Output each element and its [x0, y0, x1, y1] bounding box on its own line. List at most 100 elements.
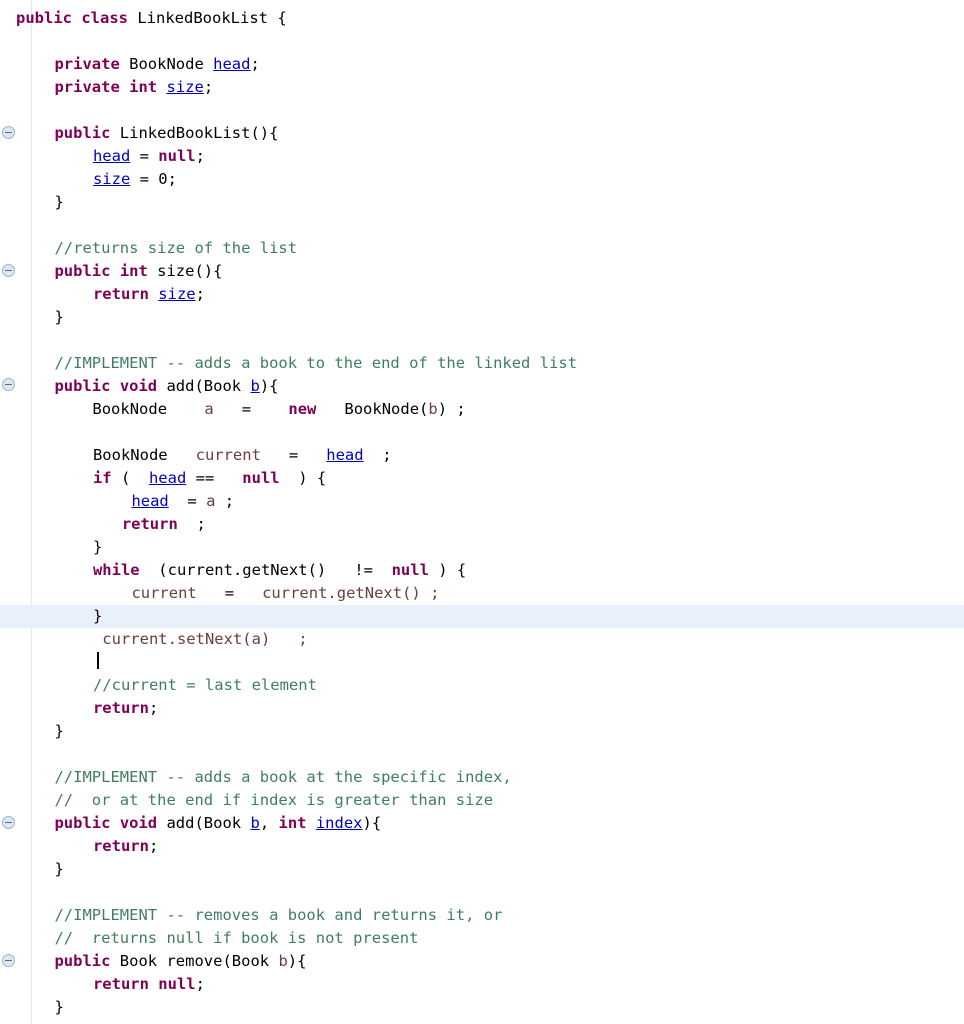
code-line-content: BookNode current = head ; — [0, 446, 392, 464]
code-token-kw: class — [81, 9, 129, 27]
code-line-content: } — [0, 193, 63, 211]
code-token-fld: head — [148, 469, 187, 487]
code-line[interactable]: size = 0; — [0, 168, 964, 191]
code-line-content — [0, 745, 16, 763]
code-token-pln: ; — [148, 837, 159, 855]
code-token-kw: private — [54, 78, 120, 96]
code-line-content — [0, 883, 16, 901]
code-line[interactable]: head = null; — [0, 145, 964, 168]
code-line[interactable]: current.setNext(a) ; — [0, 628, 964, 651]
code-line-content — [0, 423, 16, 441]
code-line[interactable]: } — [0, 605, 964, 628]
code-line-content: //IMPLEMENT -- removes a book and return… — [0, 906, 502, 924]
code-line[interactable]: } — [0, 191, 964, 214]
code-token-kw: return — [92, 285, 149, 303]
code-line[interactable] — [0, 214, 964, 237]
code-line[interactable] — [0, 30, 964, 53]
code-token-cmt: //returns size of the list — [54, 239, 298, 257]
code-line[interactable]: //IMPLEMENT -- adds a book at the specif… — [0, 766, 964, 789]
code-line-content: private BookNode head; — [0, 55, 260, 73]
code-token-pln: BookNode — [92, 446, 196, 464]
code-line[interactable] — [0, 99, 964, 122]
code-line[interactable]: // returns null if book is not present — [0, 927, 964, 950]
code-line-content: //returns size of the list — [0, 239, 297, 257]
code-line[interactable]: return; — [0, 697, 964, 720]
code-line-content: while (current.getNext() != null ) { — [0, 561, 466, 579]
code-line[interactable]: current = current.getNext() ; — [0, 582, 964, 605]
code-line-content: } — [0, 722, 63, 740]
code-token-kw: public — [54, 814, 111, 832]
code-token-kw: private — [54, 55, 120, 73]
code-line[interactable]: if ( head == null ) { — [0, 467, 964, 490]
code-line[interactable]: private int size; — [0, 76, 964, 99]
code-line[interactable] — [0, 743, 964, 766]
code-line[interactable]: public Book remove(Book b){ — [0, 950, 964, 973]
code-line[interactable]: } — [0, 306, 964, 329]
code-token-pln: ; — [167, 170, 177, 188]
java-code-editor[interactable]: public class LinkedBookList { private Boo… — [0, 0, 964, 1024]
code-line[interactable]: //current = last element — [0, 674, 964, 697]
code-line[interactable]: //returns size of the list — [0, 237, 964, 260]
code-token-pln — [149, 285, 158, 303]
code-line[interactable]: while (current.getNext() != null ) { — [0, 559, 964, 582]
code-line-content: private int size; — [0, 78, 213, 96]
code-line[interactable]: return ; — [0, 513, 964, 536]
code-line[interactable]: BookNode a = new BookNode(b) ; — [0, 398, 964, 421]
code-token-pln: } — [54, 308, 64, 326]
code-token-pln: add(Book — [157, 814, 251, 832]
code-line[interactable]: return; — [0, 835, 964, 858]
code-line[interactable]: } — [0, 996, 964, 1019]
code-line[interactable]: public LinkedBookList(){ — [0, 122, 964, 145]
code-token-pln: ; — [250, 55, 260, 73]
code-token-pln: = — [213, 400, 289, 418]
code-line[interactable]: BookNode current = head ; — [0, 444, 964, 467]
code-token-pln: BookNode — [119, 55, 214, 73]
code-line[interactable]: } — [0, 536, 964, 559]
code-token-kw: return — [92, 975, 149, 993]
code-token-pln: = — [260, 446, 327, 464]
code-line-content: head = a ; — [0, 492, 234, 510]
code-line[interactable]: } — [0, 720, 964, 743]
code-line[interactable]: public void add(Book b){ — [0, 375, 964, 398]
code-token-pln: ; — [148, 699, 159, 717]
code-line[interactable]: public void add(Book b, int index){ — [0, 812, 964, 835]
code-line-content: //current = last element — [0, 676, 317, 694]
code-line[interactable]: public class LinkedBookList { — [0, 7, 964, 30]
code-line[interactable]: head = a ; — [0, 490, 964, 513]
code-line[interactable]: return size; — [0, 283, 964, 306]
code-line[interactable]: //IMPLEMENT -- removes a book and return… — [0, 904, 964, 927]
code-line[interactable] — [0, 421, 964, 444]
code-line[interactable]: // or at the end if index is greater tha… — [0, 789, 964, 812]
code-line[interactable] — [0, 881, 964, 904]
code-token-fld: index — [315, 814, 363, 832]
code-line-content: public int size(){ — [0, 262, 222, 280]
code-line[interactable]: } — [0, 858, 964, 881]
code-line-content: } — [0, 607, 102, 625]
code-token-pln: BookNode( — [316, 400, 429, 418]
code-token-pln — [306, 814, 315, 832]
code-token-kw: public — [54, 952, 111, 970]
code-line[interactable]: //IMPLEMENT -- adds a book to the end of… — [0, 352, 964, 375]
code-line[interactable] — [0, 651, 964, 674]
code-line-content — [0, 653, 93, 671]
code-token-pln — [93, 630, 102, 648]
code-line-content: public LinkedBookList(){ — [0, 124, 278, 142]
code-line-content — [0, 216, 16, 234]
text-caret — [97, 652, 99, 669]
code-text-area[interactable]: public class LinkedBookList { private Boo… — [0, 0, 964, 1024]
code-token-pln: } — [54, 998, 64, 1016]
code-line-content: if ( head == null ) { — [0, 469, 326, 487]
code-line-content: // returns null if book is not present — [0, 929, 418, 947]
code-token-pln: ( — [111, 469, 149, 487]
code-token-pln: ) ; — [437, 400, 466, 418]
code-line-content: //IMPLEMENT -- adds a book to the end of… — [0, 354, 577, 372]
code-token-kw: int — [119, 262, 148, 280]
code-token-pln: LinkedBookList(){ — [110, 124, 279, 142]
code-line-content: return null; — [0, 975, 205, 993]
code-line[interactable]: public int size(){ — [0, 260, 964, 283]
code-token-pln: == — [186, 469, 243, 487]
code-token-pln — [110, 814, 119, 832]
code-line[interactable]: private BookNode head; — [0, 53, 964, 76]
code-line[interactable] — [0, 329, 964, 352]
code-line[interactable]: return null; — [0, 973, 964, 996]
